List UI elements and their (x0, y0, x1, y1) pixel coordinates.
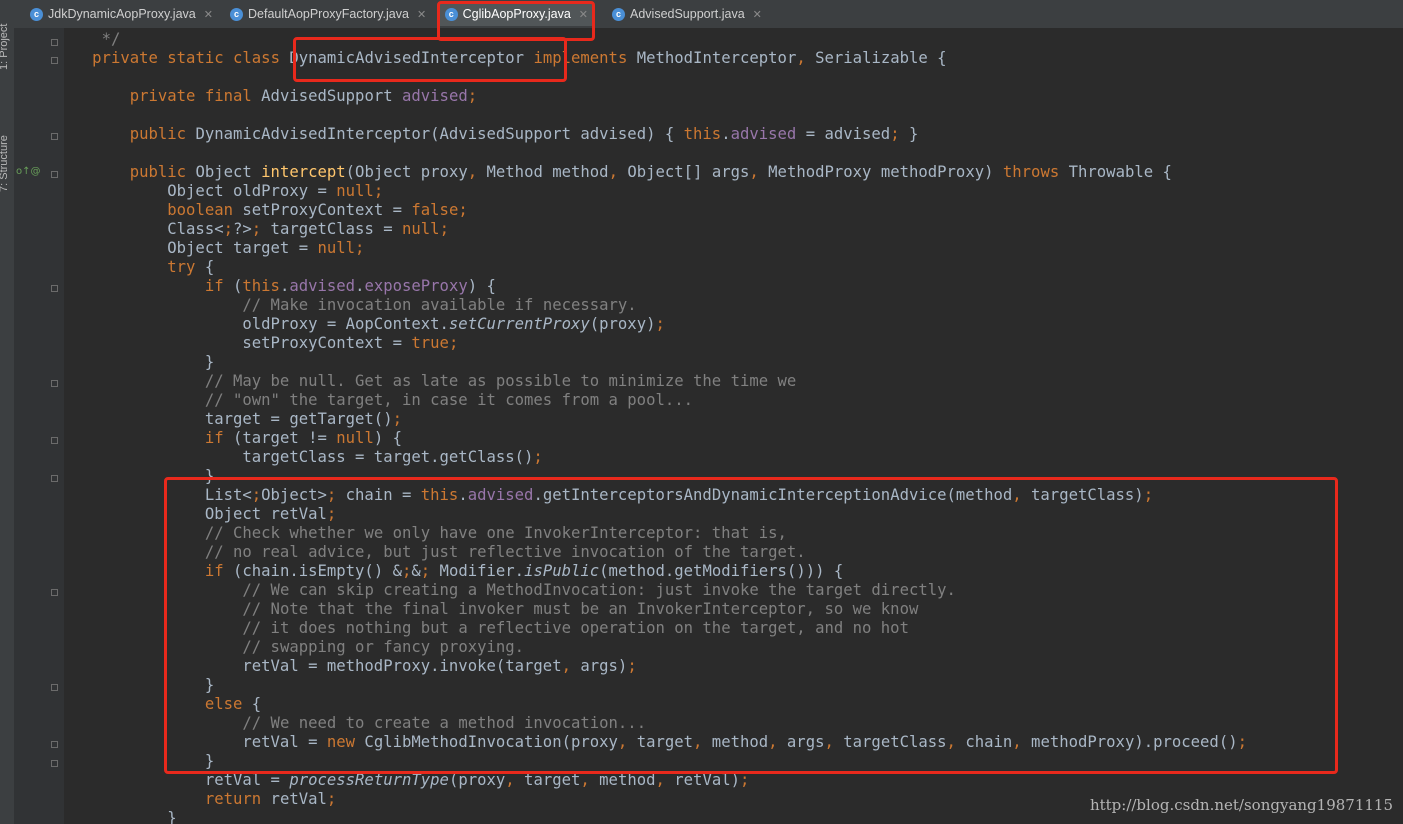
tool-window-strip: 1: Project 7: Structure (0, 0, 15, 824)
fold-marker-icon[interactable] (51, 437, 58, 444)
code-line: targetClass = target.getClass(); (64, 448, 543, 466)
editor-gutter: o↑@ (14, 28, 64, 824)
code-line: Object target = null; (64, 239, 365, 257)
code-line: public DynamicAdvisedInterceptor(Advised… (129, 125, 919, 143)
code-line: // Note that the final invoker must be a… (242, 600, 919, 618)
close-icon[interactable]: ✕ (753, 8, 762, 21)
code-line: // no real advice, but just reflective i… (204, 543, 806, 561)
tab-jdkdynamicaopproxy[interactable]: c JdkDynamicAopProxy.java ✕ (24, 2, 224, 26)
tab-label: CglibAopProxy.java (462, 7, 571, 21)
code-editor[interactable]: */ private static class DynamicAdvisedIn… (64, 28, 1403, 824)
code-line: // "own" the target, in case it comes fr… (204, 391, 694, 409)
close-icon[interactable]: ✕ (417, 8, 426, 21)
fold-marker-icon[interactable] (51, 57, 58, 64)
code-line: try { (167, 258, 215, 276)
code-line: return retVal; (204, 790, 337, 808)
code-line: // swapping or fancy proxying. (242, 638, 525, 656)
fold-marker-icon[interactable] (51, 741, 58, 748)
code-line: // We need to create a method invocation… (242, 714, 647, 732)
code-line: // it does nothing but a reflective oper… (242, 619, 909, 637)
code-line: // May be null. Get as late as possible … (204, 372, 797, 390)
code-line: retVal = processReturnType(proxy, target… (64, 771, 750, 789)
code-line: if (this.advised.exposeProxy) { (204, 277, 496, 295)
code-line: Object retVal; (64, 505, 337, 523)
code-line: retVal = methodProxy.invoke(target, args… (64, 657, 637, 675)
code-line: } (64, 752, 215, 770)
fold-marker-icon[interactable] (51, 39, 58, 46)
tab-cglibaopproxy[interactable]: c CglibAopProxy.java ✕ (439, 2, 594, 26)
fold-marker-icon[interactable] (51, 285, 58, 292)
fold-marker-icon[interactable] (51, 133, 58, 140)
code-line: */ (101, 30, 121, 48)
tab-advisedsupport[interactable]: c AdvisedSupport.java ✕ (606, 2, 776, 26)
code-line: else { (204, 695, 262, 713)
fold-marker-icon[interactable] (51, 171, 58, 178)
fold-marker-icon[interactable] (51, 589, 58, 596)
code-line: Object oldProxy = null; (64, 182, 384, 200)
code-line: } (64, 809, 177, 824)
tab-label: JdkDynamicAopProxy.java (48, 7, 196, 21)
override-implement-icon[interactable]: o↑@ (16, 166, 41, 177)
fold-marker-icon[interactable] (51, 684, 58, 691)
class-c-icon: c (230, 7, 243, 21)
code-line: List<;Object>; chain = this.advised.getI… (64, 486, 1154, 504)
code-line: } (64, 467, 215, 485)
tab-label: DefaultAopProxyFactory.java (248, 7, 409, 21)
code-line: setProxyContext = true; (64, 334, 459, 352)
class-c-icon: c (445, 7, 458, 21)
fold-marker-icon[interactable] (51, 475, 58, 482)
code-line: Class<;?>; targetClass = null; (64, 220, 449, 238)
tab-defaultaopproxyfactory[interactable]: c DefaultAopProxyFactory.java ✕ (224, 2, 444, 26)
code-line: oldProxy = AopContext.setCurrentProxy(pr… (64, 315, 665, 333)
code-line: public Object intercept(Object proxy, Me… (129, 163, 1172, 181)
code-line: } (64, 676, 215, 694)
code-line: // Check whether we only have one Invoke… (204, 524, 787, 542)
structure-tool-tab[interactable]: 7: Structure (0, 135, 10, 192)
close-icon[interactable]: ✕ (579, 8, 588, 21)
editor-tab-bar: c JdkDynamicAopProxy.java ✕ c DefaultAop… (14, 0, 1403, 29)
code-line: private static class DynamicAdvisedInter… (92, 49, 947, 67)
watermark: http://blog.csdn.net/songyang19871115 (1089, 796, 1393, 814)
code-line: target = getTarget(); (64, 410, 402, 428)
fold-marker-icon[interactable] (51, 380, 58, 387)
code-line: // Make invocation available if necessar… (242, 296, 637, 314)
fold-marker-icon[interactable] (51, 760, 58, 767)
code-line: private final AdvisedSupport advised; (129, 87, 478, 105)
code-line: boolean setProxyContext = false; (167, 201, 468, 219)
code-line: if (target != null) { (204, 429, 403, 447)
tab-label: AdvisedSupport.java (630, 7, 745, 21)
project-tool-tab[interactable]: 1: Project (0, 24, 10, 70)
code-line: } (64, 353, 215, 371)
close-icon[interactable]: ✕ (204, 8, 213, 21)
class-c-icon: c (30, 7, 43, 21)
code-line: if (chain.isEmpty() &;&; Modifier.isPubl… (204, 562, 844, 580)
code-line: // We can skip creating a MethodInvocati… (242, 581, 956, 599)
class-c-icon: c (612, 7, 625, 21)
code-line: retVal = new CglibMethodInvocation(proxy… (64, 733, 1247, 751)
